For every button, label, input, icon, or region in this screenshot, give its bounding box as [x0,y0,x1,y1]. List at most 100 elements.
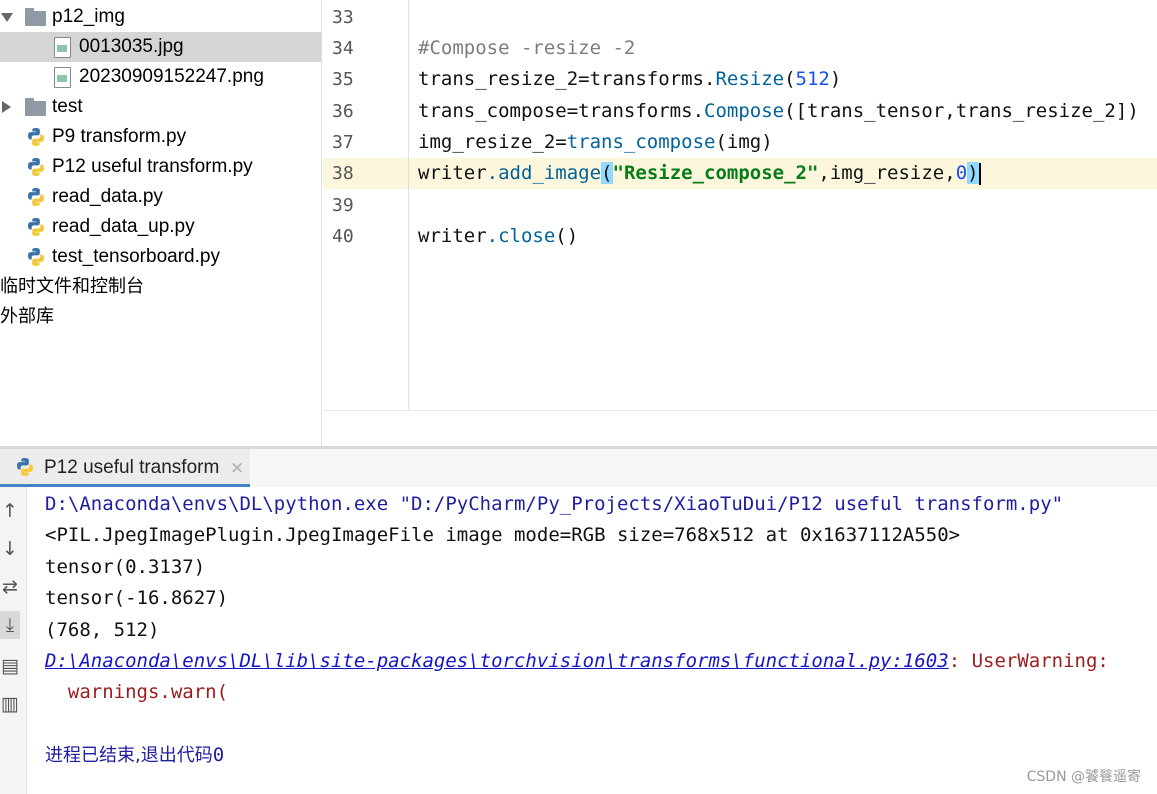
tree-item-read-data-up[interactable]: read_data_up.py [0,212,321,242]
scroll-to-end-icon[interactable]: ⤓ [0,611,20,639]
console-exit-line: 进程已结束,退出代码0 [45,740,224,771]
tree-item-label: P12 useful transform.py [52,156,253,177]
arrow-down-icon[interactable]: ↓ [0,535,20,563]
code-token: transforms [578,100,693,122]
console-exit-text: 进程已结束,退出代码 [45,745,213,766]
tree-item-label: P9 transform.py [52,126,187,147]
matched-bracket: ( [601,162,613,184]
code-line-37[interactable]: img_resize_2=trans_compose(img) [418,127,1157,158]
code-token: trans_compose [566,131,716,153]
code-token: transforms [589,68,704,90]
tree-item-label: 外部库 [0,306,54,327]
trash-icon[interactable]: ▥ [0,690,20,718]
tree-item-label: 20230909152247.png [79,66,264,87]
run-tab[interactable]: P12 useful transform × [0,449,250,487]
image-file-icon [54,67,71,88]
code-token: img_resize_2 [418,131,556,153]
code-token: () [555,225,579,247]
console-output-line: tensor(0.3137) [45,556,206,578]
close-icon[interactable]: × [230,449,244,487]
code-token: ( [715,131,727,153]
code-number: 0 [955,162,968,184]
line-number: 36 [332,101,354,122]
code-token: ) [829,68,842,90]
console-file-link[interactable]: D:\Anaconda\envs\DL\lib\site-packages\to… [45,650,949,672]
code-token: trans_resize_2 [955,100,1116,122]
code-token: = [555,131,567,153]
code-token: , [818,162,830,184]
code-token: , [944,100,956,122]
console-exit-code: 0 [212,744,225,766]
tree-item-0013035-jpg[interactable]: 0013035.jpg [0,32,321,62]
code-token: ]) [1115,100,1139,122]
tree-item-external-libraries[interactable]: 外部库 [0,302,321,332]
soft-wrap-icon[interactable]: ⇄ [0,573,20,601]
arrow-up-icon[interactable]: ↑ [0,497,20,525]
code-token: . [704,68,716,90]
run-tab-label: P12 useful transform [44,457,220,478]
console-command-line: D:\Anaconda\envs\DL\python.exe "D:/PyCha… [45,493,1064,515]
editor-bottom-border [323,410,1157,411]
code-token: trans_tensor [806,100,945,122]
line-number: 33 [332,7,354,28]
console-output-line: tensor(-16.8627) [45,587,229,609]
print-icon[interactable]: ▤ [0,652,20,680]
line-number: 39 [332,195,354,216]
code-token: ([ [784,100,807,122]
code-comment: #Compose -resize -2 [418,37,636,59]
expand-arrow-icon[interactable] [1,13,13,22]
tree-item-test[interactable]: test [0,92,321,122]
python-file-icon [28,248,44,266]
tree-item-p12-img[interactable]: p12_img [0,2,321,32]
code-line-34[interactable]: #Compose -resize -2 [418,33,1157,64]
code-editor[interactable]: 33 34 35 36 37 38 39 40 #Compose -resize… [323,0,1157,446]
run-toolbar: ↑ ↓ ⇄ ⤓ ▤ ▥ [0,487,27,794]
tree-item-label: test [52,96,83,117]
tree-item-label: read_data.py [52,186,163,207]
watermark: CSDN @饕餮遥寄 [1026,769,1141,785]
code-token: . [692,100,705,122]
code-token: . [486,225,499,247]
code-token: close [498,225,556,247]
tree-item-p12-useful-transform[interactable]: P12 useful transform.py [0,152,321,182]
code-token: writer [418,225,487,247]
tree-item-label: test_tensorboard.py [52,246,220,267]
line-number-gutter: 33 34 35 36 37 38 39 40 [323,0,409,410]
collapse-arrow-icon[interactable] [2,101,11,113]
python-file-icon [28,128,44,146]
tree-item-p9-transform[interactable]: P9 transform.py [0,122,321,152]
code-token: trans_compose [418,100,567,122]
tree-item-test-tensorboard[interactable]: test_tensorboard.py [0,242,321,272]
line-number: 38 [332,163,354,184]
code-token: , [944,162,956,184]
tree-item-png[interactable]: 20230909152247.png [0,62,321,92]
code-line-35[interactable]: trans_resize_2=transforms.Resize(512) [418,64,1157,95]
tree-item-read-data[interactable]: read_data.py [0,182,321,212]
code-token: img_resize [829,162,945,184]
image-file-icon [54,37,71,58]
code-token: writer [418,162,487,184]
tree-item-label: 临时文件和控制台 [0,276,144,297]
code-token: trans_resize_2 [418,68,579,90]
code-line-40[interactable]: writer.close() [418,221,1157,252]
tree-item-label: p12_img [52,6,125,27]
code-token: . [486,162,499,184]
tree-item-label: read_data_up.py [52,216,195,237]
console-warning-line: D:\Anaconda\envs\DL\lib\site-packages\to… [45,646,1109,677]
python-file-icon [28,188,44,206]
code-line-36[interactable]: trans_compose=transforms.Compose([trans_… [418,96,1157,127]
code-token: = [578,68,590,90]
tree-item-scratches[interactable]: 临时文件和控制台 [0,272,321,302]
python-run-icon [17,458,33,476]
console-warning-call: warnings.warn( [45,681,229,703]
line-number: 37 [332,132,354,153]
code-token: add_image [498,162,602,184]
line-number: 34 [332,38,354,59]
code-token: Compose [704,100,785,122]
code-token: = [566,100,579,122]
run-panel-header: P12 useful transform × [0,449,1157,487]
code-line-38[interactable]: writer.add_image("Resize_compose_2",img_… [418,158,1157,189]
run-console[interactable]: D:\Anaconda\envs\DL\python.exe "D:/PyCha… [27,487,1157,794]
code-string: "Resize_compose_2" [612,162,819,184]
code-token: ) [761,131,773,153]
